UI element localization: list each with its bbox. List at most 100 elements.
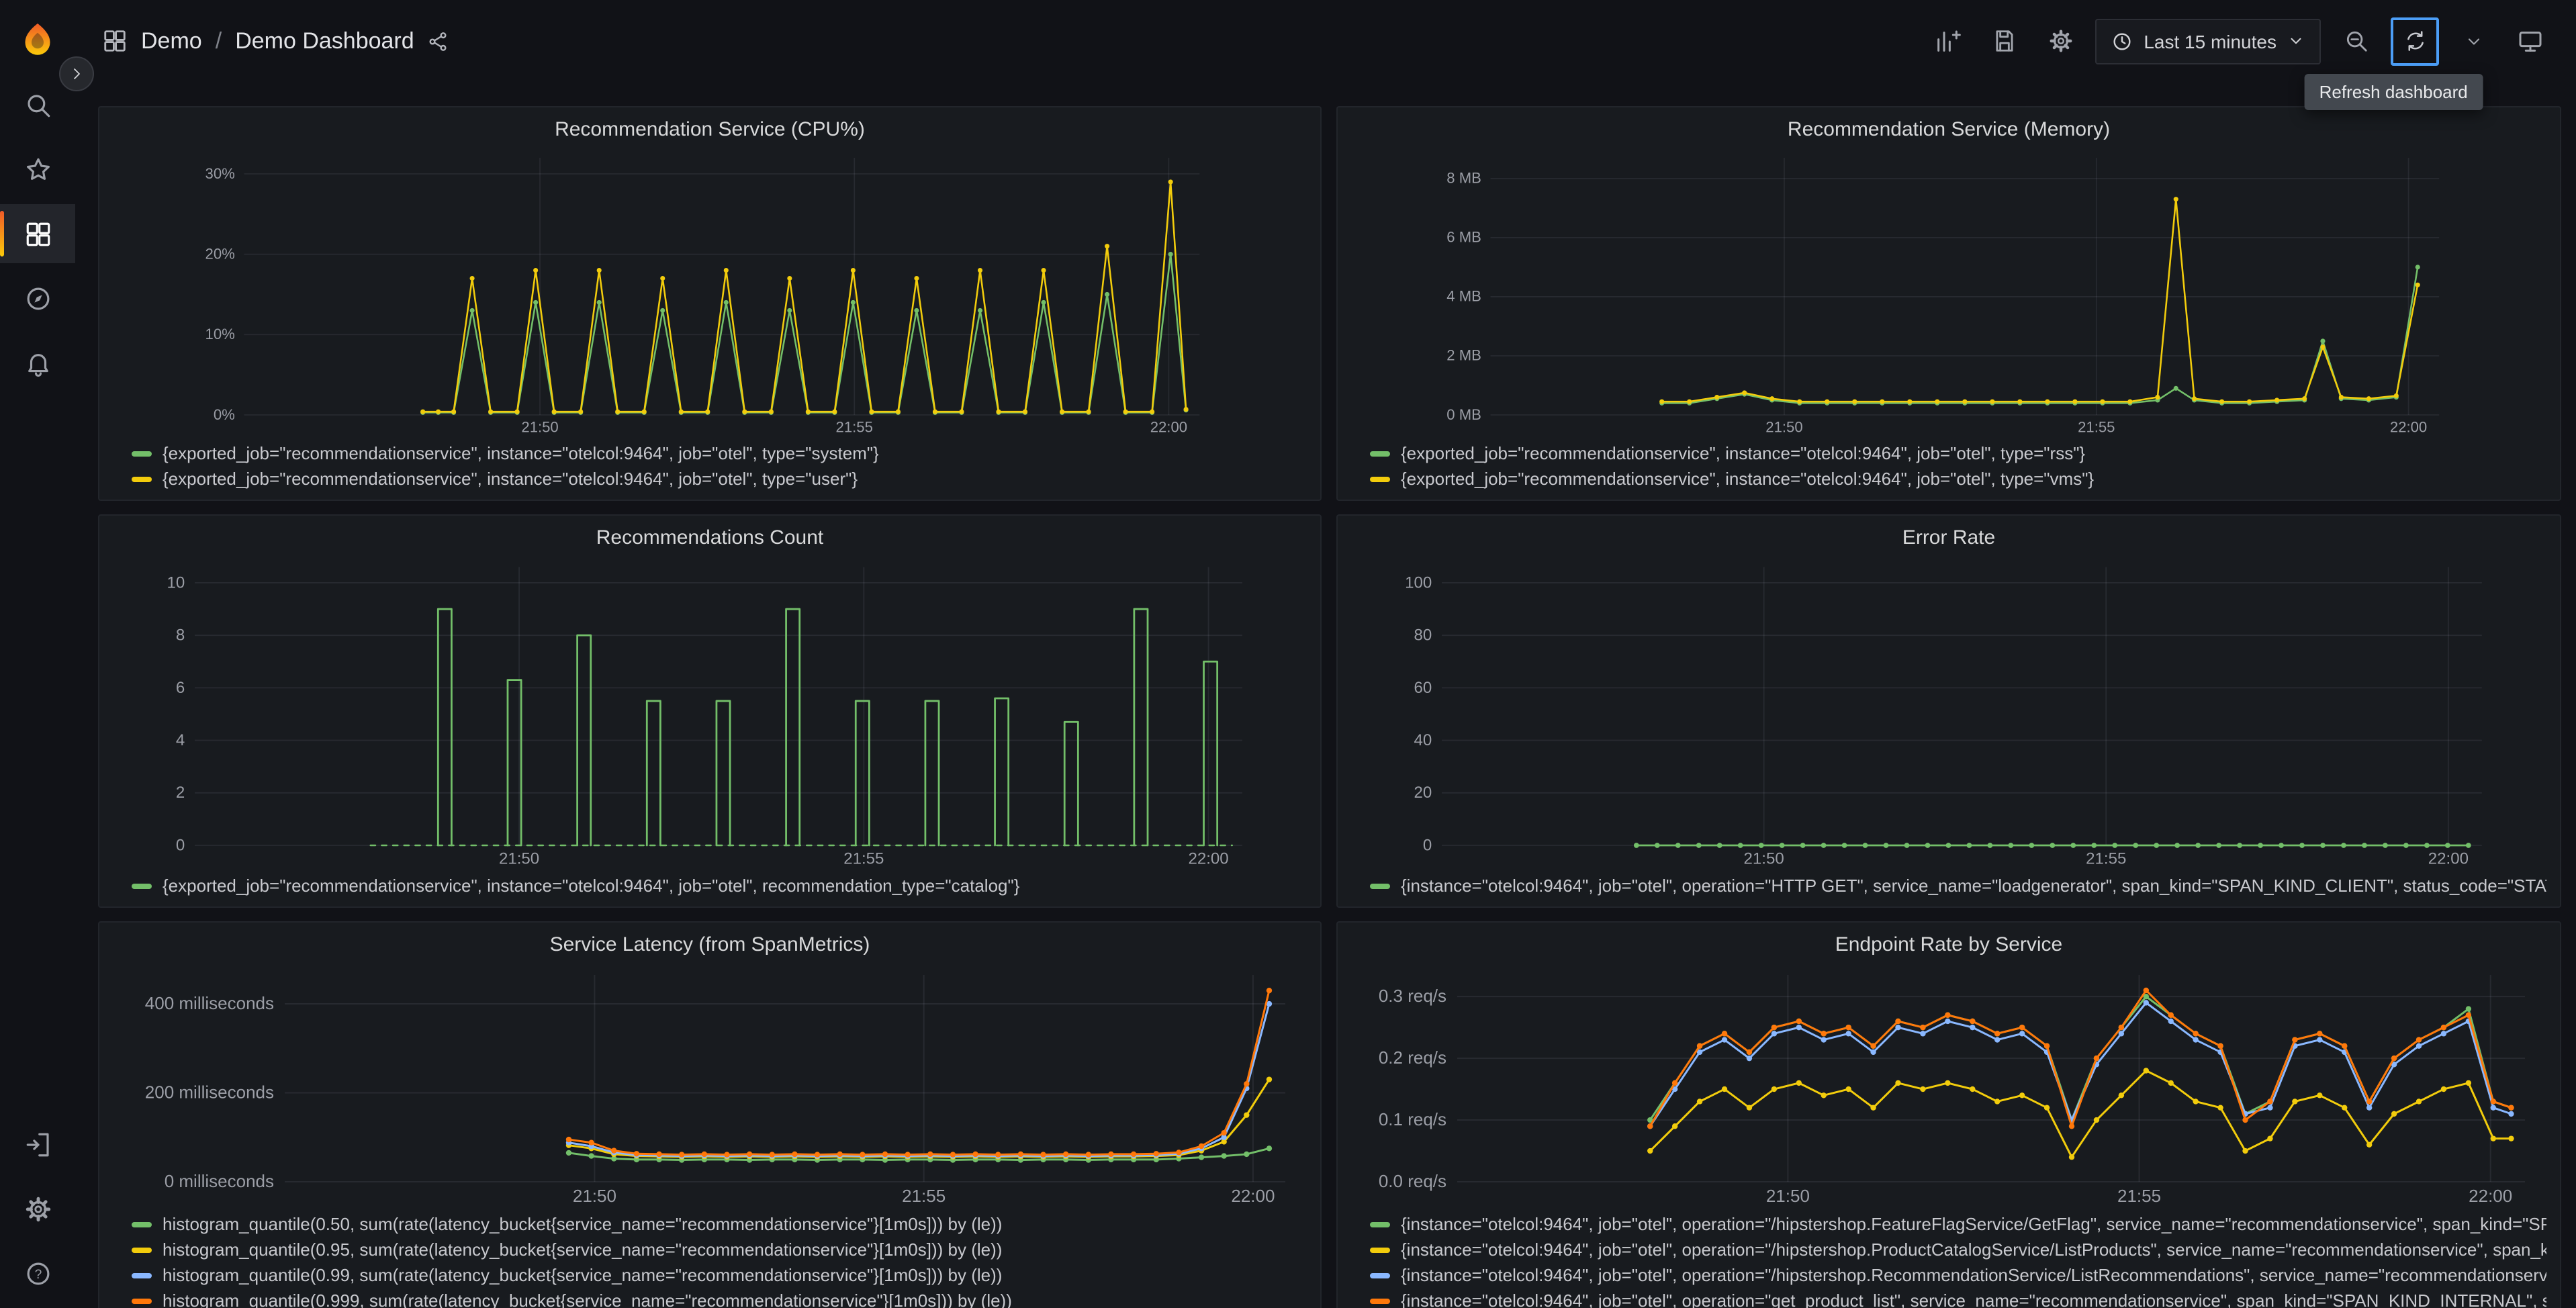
chart-canvas: 0% 10% 20% 30% 21:50 21:55 22:00	[205, 158, 1200, 435]
data-point	[724, 1152, 730, 1158]
legend-label[interactable]: {instance="otelcol:9464", job="otel", op…	[1401, 1240, 2546, 1260]
y-axis-tick-label: 6	[176, 679, 185, 697]
data-point	[1821, 843, 1827, 848]
sidebar-expand-button[interactable]	[59, 56, 94, 91]
legend-item[interactable]: {instance="otelcol:9464", job="otel", op…	[1370, 1237, 2546, 1262]
legend-label[interactable]: {exported_job="recommendationservice", i…	[1401, 443, 2085, 463]
data-point	[1696, 843, 1702, 848]
grafana-logo[interactable]	[0, 13, 75, 67]
save-dashboard-button[interactable]	[1982, 19, 2025, 62]
data-point	[950, 1152, 956, 1158]
time-series-chart[interactable]: 0 MB 2 MB 4 MB 6 MB 8 MB 21:50 21:55 22:00	[1351, 146, 2546, 438]
data-point	[2391, 1055, 2397, 1062]
cycle-view-mode-button[interactable]	[2509, 19, 2552, 62]
time-series-chart[interactable]: 0 2 4 6 8 10 21:50 21:55 22:00	[113, 555, 1307, 870]
refresh-interval-button[interactable]	[2452, 19, 2495, 62]
panel-title[interactable]: Error Rate	[1351, 522, 2546, 555]
series-line	[715, 700, 731, 847]
sidebar-item-alerting[interactable]	[0, 333, 75, 392]
legend-label[interactable]: histogram_quantile(0.50, sum(rate(latenc…	[163, 1214, 1002, 1234]
time-series-chart[interactable]: 0% 10% 20% 30% 21:50 21:55 22:00	[113, 146, 1307, 438]
legend-item[interactable]: histogram_quantile(0.50, sum(rate(latenc…	[132, 1211, 1307, 1237]
legend-label[interactable]: histogram_quantile(0.95, sum(rate(latenc…	[163, 1240, 1002, 1260]
panel-title[interactable]: Recommendation Service (Memory)	[1351, 114, 2546, 146]
y-axis-tick-label: 0.0 req/s	[1379, 1171, 1446, 1191]
legend-label[interactable]: {exported_job="recommendationservice", i…	[1401, 469, 2094, 489]
legend-item[interactable]: histogram_quantile(0.999, sum(rate(laten…	[132, 1288, 1307, 1308]
panel-title[interactable]: Service Latency (from SpanMetrics)	[113, 929, 1307, 962]
add-panel-button[interactable]	[1926, 19, 1969, 62]
refresh-dashboard-button[interactable]	[2391, 17, 2439, 65]
data-point	[723, 267, 729, 273]
time-series-chart[interactable]: 0.0 req/s 0.1 req/s 0.2 req/s 0.3 req/s 21:5…	[1351, 962, 2546, 1209]
panel-title[interactable]: Endpoint Rate by Service	[1351, 929, 2546, 962]
legend-swatch	[1370, 1298, 1390, 1303]
legend-item[interactable]: {exported_job="recommendationservice", i…	[132, 466, 1307, 492]
data-point	[1746, 1049, 1753, 1056]
x-axis-tick-label: 22:00	[2469, 1186, 2512, 1206]
data-point	[705, 409, 710, 414]
legend-swatch	[132, 883, 152, 888]
legend-item[interactable]: {exported_job="recommendationservice", i…	[1370, 440, 2546, 466]
data-point	[2490, 1105, 2497, 1111]
sidebar-item-server-admin[interactable]	[0, 1179, 75, 1238]
data-point	[2415, 282, 2420, 287]
data-point	[1796, 1018, 1802, 1025]
data-point	[1742, 390, 1747, 395]
legend-item[interactable]: histogram_quantile(0.95, sum(rate(latenc…	[132, 1237, 1307, 1262]
panel-title[interactable]: Recommendations Count	[113, 522, 1307, 555]
sidebar-item-starred[interactable]	[0, 140, 75, 199]
data-point	[860, 1152, 866, 1158]
sidebar-item-dashboards[interactable]	[0, 204, 75, 263]
data-point	[2168, 1080, 2174, 1086]
dashboard-settings-button[interactable]	[2039, 19, 2082, 62]
legend-item[interactable]: {exported_job="recommendationservice", i…	[1370, 466, 2546, 492]
legend-label[interactable]: {instance="otelcol:9464", job="otel", op…	[1401, 1265, 2546, 1285]
data-point	[678, 409, 684, 414]
data-point	[2043, 1105, 2050, 1111]
panel-title[interactable]: Recommendation Service (CPU%)	[113, 114, 1307, 146]
legend-label[interactable]: {exported_job="recommendationservice", i…	[163, 469, 858, 489]
legend-label[interactable]: {exported_job="recommendationservice", i…	[163, 443, 879, 463]
x-axis-tick-label: 21:55	[902, 1186, 946, 1206]
time-series-chart[interactable]: 0 20 40 60 80 100 21:50 21:55 22:00	[1351, 555, 2546, 870]
data-point	[1870, 1043, 1876, 1049]
y-axis-tick-label: 8	[176, 626, 185, 645]
data-point	[1845, 1024, 1851, 1031]
data-point	[1796, 1024, 1802, 1031]
data-point	[2195, 843, 2201, 848]
data-point	[1714, 394, 1720, 400]
sidebar-item-sign-in[interactable]	[0, 1115, 75, 1174]
legend-label[interactable]: {instance="otelcol:9464", job="otel", op…	[1401, 1214, 2546, 1234]
data-point	[2050, 843, 2056, 848]
data-point	[1925, 843, 1931, 848]
sidebar-item-help[interactable]: ?	[0, 1244, 75, 1303]
legend-label[interactable]: {instance="otelcol:9464", job="otel", op…	[1401, 1291, 2546, 1308]
data-point	[2465, 1006, 2472, 1012]
share-icon[interactable]	[428, 30, 449, 52]
sidebar-item-explore[interactable]	[0, 269, 75, 328]
data-point	[1060, 409, 1065, 414]
data-point	[2465, 843, 2471, 848]
data-point	[1771, 1024, 1778, 1031]
x-axis-tick-label: 21:55	[836, 418, 873, 435]
breadcrumb-current[interactable]: Demo Dashboard	[235, 28, 414, 54]
legend-item[interactable]: {exported_job="recommendationservice", i…	[132, 440, 1307, 466]
data-point	[2393, 393, 2399, 398]
data-point	[641, 409, 647, 414]
legend-label[interactable]: histogram_quantile(0.99, sum(rate(latenc…	[163, 1265, 1002, 1285]
legend-item[interactable]: {instance="otelcol:9464", job="otel", op…	[1370, 1288, 2546, 1308]
legend-item[interactable]: {instance="otelcol:9464", job="otel", op…	[1370, 873, 2546, 898]
legend-item[interactable]: {instance="otelcol:9464", job="otel", op…	[1370, 1262, 2546, 1288]
legend-item[interactable]: {instance="otelcol:9464", job="otel", op…	[1370, 1211, 2546, 1237]
time-range-picker[interactable]: Last 15 minutes	[2095, 18, 2321, 64]
time-series-chart[interactable]: 0 milliseconds 200 milliseconds 400 millis…	[113, 962, 1307, 1209]
legend-label[interactable]: {instance="otelcol:9464", job="otel", op…	[1401, 876, 2546, 896]
legend-item[interactable]: histogram_quantile(0.99, sum(rate(latenc…	[132, 1262, 1307, 1288]
legend-label[interactable]: histogram_quantile(0.999, sum(rate(laten…	[163, 1291, 1012, 1308]
y-axis-tick-label: 20	[1414, 784, 1432, 802]
legend-label[interactable]: {exported_job="recommendationservice", i…	[163, 876, 1019, 896]
breadcrumb-section[interactable]: Demo	[141, 28, 202, 54]
legend-item[interactable]: {exported_job="recommendationservice", i…	[132, 873, 1307, 898]
zoom-out-button[interactable]	[2334, 19, 2377, 62]
